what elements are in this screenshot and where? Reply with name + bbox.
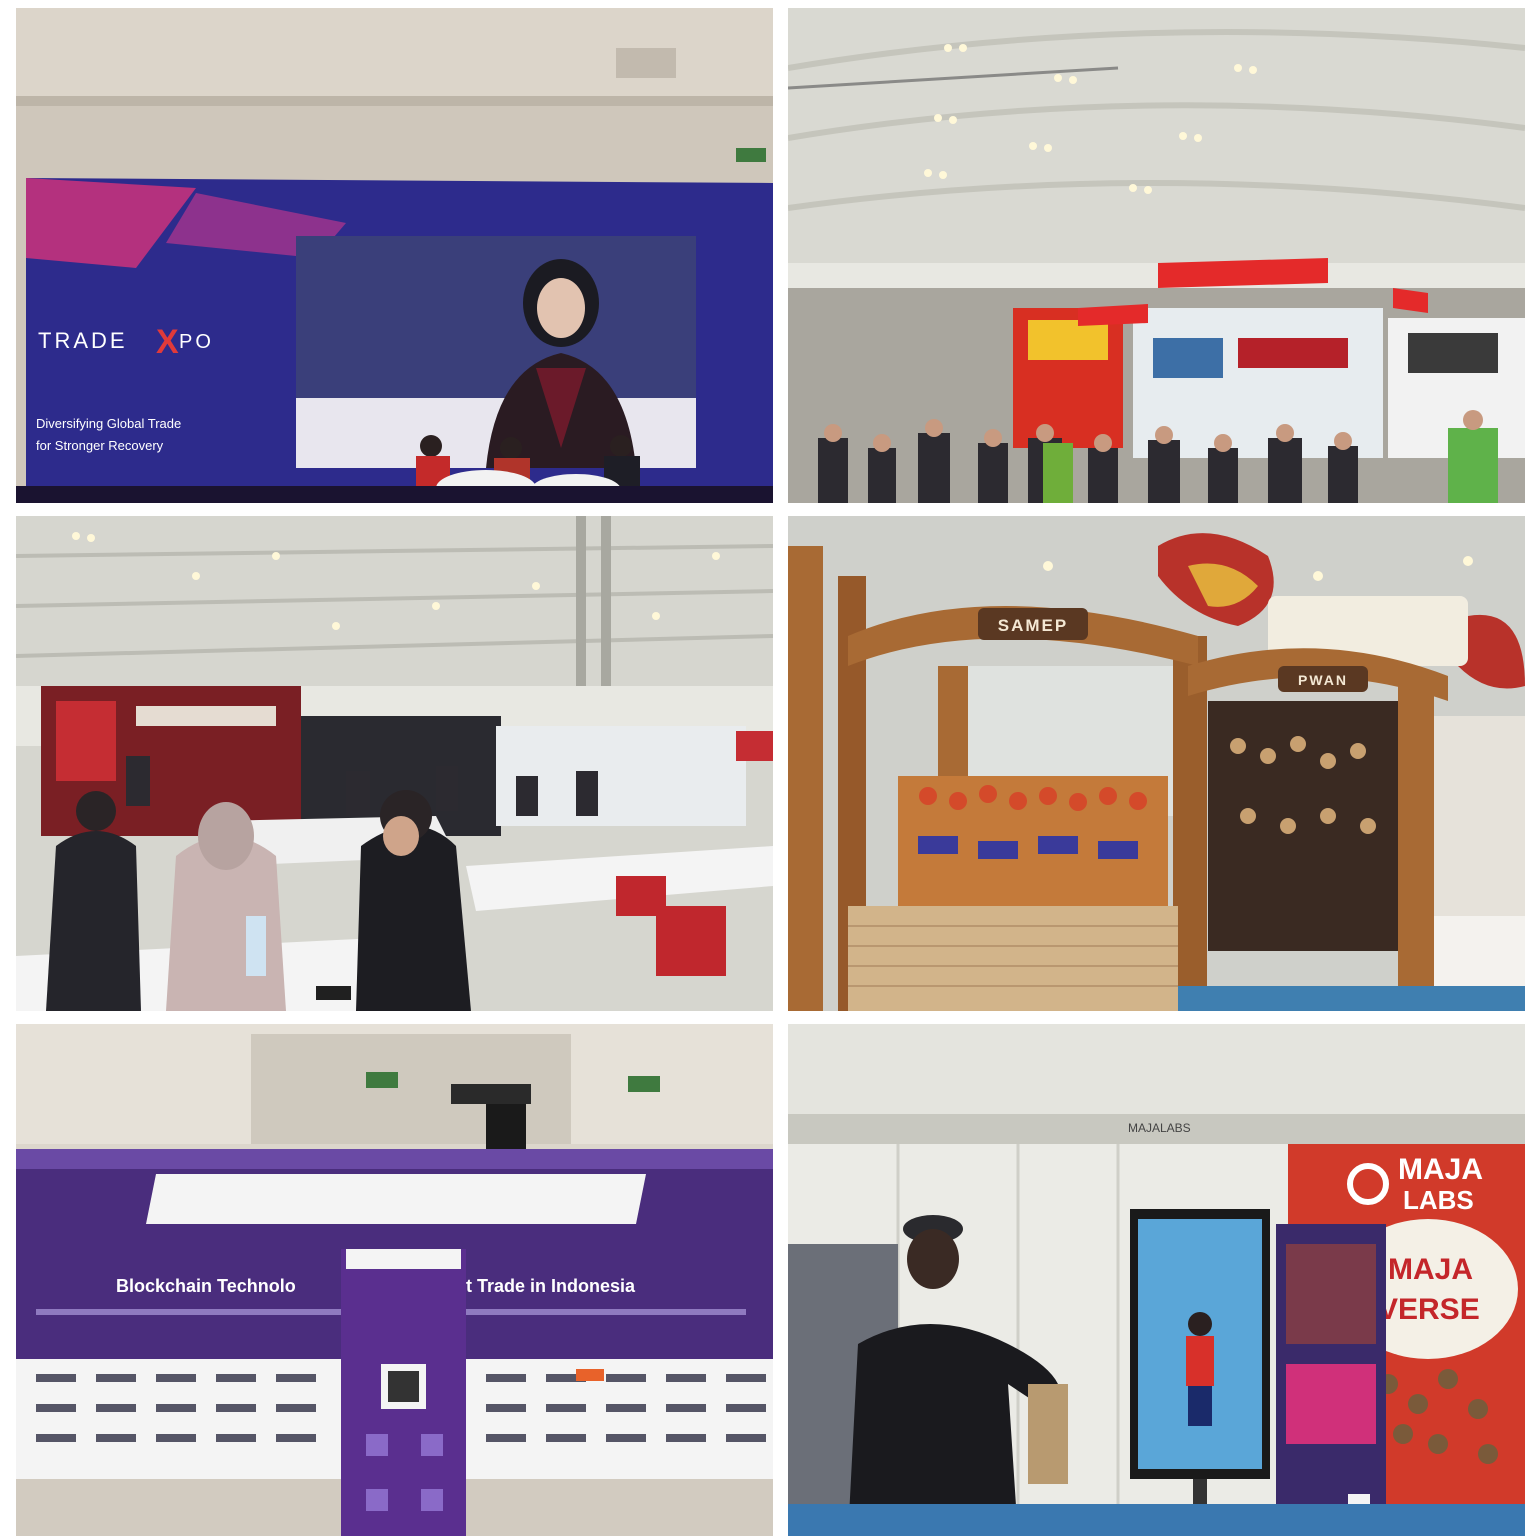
booth-sign-2: PWAN bbox=[1298, 672, 1348, 688]
booth-fascia: MAJALABS bbox=[1128, 1121, 1191, 1135]
photo-exhibition-hall bbox=[788, 8, 1525, 503]
banner-headline-left: Blockchain Technolo bbox=[116, 1276, 296, 1296]
photo-majalabs-booth: MAJALABS MAJA LABS MAJA VERSE bbox=[788, 1024, 1525, 1536]
brand-text: TRADE bbox=[38, 328, 128, 353]
banner-headline-right: t Trade in Indonesia bbox=[466, 1276, 636, 1296]
tagline-line-1: Diversifying Global Trade bbox=[36, 416, 181, 431]
brand-po-text: PO bbox=[179, 331, 214, 353]
photo-craft-booths: SAMEP PWAN bbox=[788, 516, 1525, 1011]
photo-seating-area bbox=[16, 516, 773, 1011]
slogan-line-2: VERSE bbox=[1378, 1293, 1480, 1326]
slogan-line-1: MAJA bbox=[1388, 1253, 1473, 1286]
logo-line-2: LABS bbox=[1403, 1185, 1474, 1215]
tagline-line-2: for Stronger Recovery bbox=[36, 438, 164, 453]
brand-x-text: X bbox=[156, 323, 179, 361]
photo-backdrop-banner: Blockchain Technolo t Trade in Indonesia bbox=[16, 1024, 773, 1536]
photo-stage-talk: TRADE X PO Diversifying Global Trade for… bbox=[16, 8, 773, 503]
booth-sign-1: SAMEP bbox=[998, 616, 1068, 635]
logo-line-1: MAJA bbox=[1398, 1153, 1483, 1186]
